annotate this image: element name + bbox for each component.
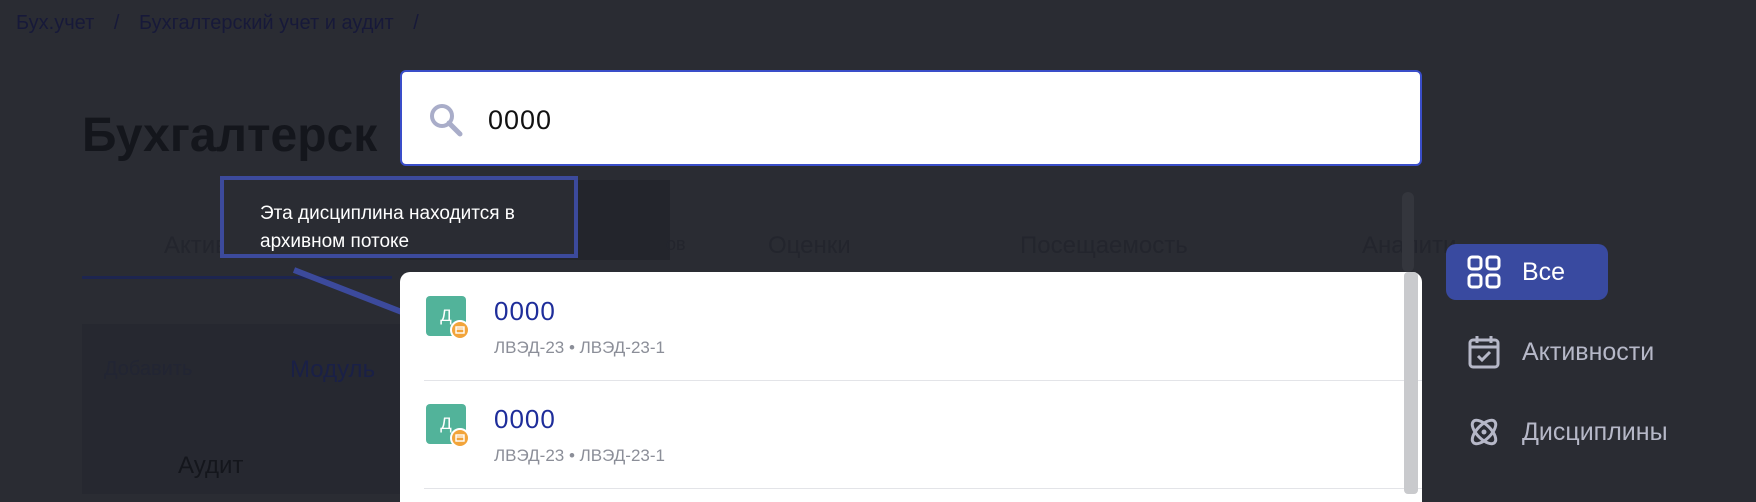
result-title[interactable]: 0000: [494, 296, 556, 327]
tooltip-text: Эта дисциплина находится в архивном пото…: [260, 203, 515, 252]
filter-all[interactable]: Все: [1446, 244, 1608, 300]
module-button[interactable]: Модуль: [290, 356, 375, 384]
breadcrumb-separator: /: [113, 12, 120, 34]
search-box[interactable]: [400, 70, 1422, 166]
filter-disciplines[interactable]: Дисциплины: [1446, 404, 1668, 460]
calendar-check-icon: [1468, 336, 1500, 369]
result-subtitle: ЛВЭД-23 • ЛВЭД-23-1: [494, 338, 665, 357]
search-results: Д 0000 ЛВЭД-23 • ЛВЭД-23-1 Д 0000 ЛВЭД-2…: [400, 272, 1422, 502]
atom-icon: [1470, 418, 1498, 446]
add-button[interactable]: Добавить: [104, 358, 192, 381]
filter-label: Активности: [1522, 337, 1655, 366]
grid-icon: [1467, 255, 1501, 289]
result-title[interactable]: 0000: [494, 404, 556, 435]
tooltip-highlight-box: Эта дисциплина находится в архивном пото…: [220, 176, 578, 258]
archive-icon: [450, 428, 470, 448]
breadcrumb-separator: /: [413, 12, 419, 34]
result-item[interactable]: Д 0000 ЛВЭД-23 • ЛВЭД-23-1: [424, 380, 1422, 489]
search-icon: [430, 104, 463, 137]
filter-label: Все: [1522, 257, 1566, 286]
background-panel: [82, 324, 422, 494]
page-title: Бухгалтерск: [82, 109, 378, 162]
audit-item[interactable]: Аудит: [178, 452, 243, 480]
search-input[interactable]: [486, 96, 1390, 144]
tab-partial[interactable]: ов: [666, 234, 686, 255]
result-item[interactable]: Д 0000 ЛВЭД-23 • ЛВЭД-23-1: [424, 272, 1422, 381]
filter-activities[interactable]: Активности: [1446, 324, 1654, 380]
scrollbar[interactable]: [1404, 272, 1418, 494]
tab-underline: [82, 276, 392, 279]
breadcrumb-item[interactable]: Бух.учет: [16, 12, 94, 34]
archive-icon: [450, 320, 470, 340]
scrollbar-track: [1402, 192, 1414, 272]
breadcrumb: Бух.учет / Бухгалтерский учет и аудит /: [16, 12, 433, 35]
result-subtitle: ЛВЭД-23 • ЛВЭД-23-1: [494, 446, 665, 465]
breadcrumb-item[interactable]: Бухгалтерский учет и аудит: [139, 12, 394, 34]
tab-attendance[interactable]: Посещаемость: [1020, 232, 1188, 260]
tab-grades[interactable]: Оценки: [768, 232, 851, 260]
filter-label: Дисциплины: [1522, 417, 1668, 446]
